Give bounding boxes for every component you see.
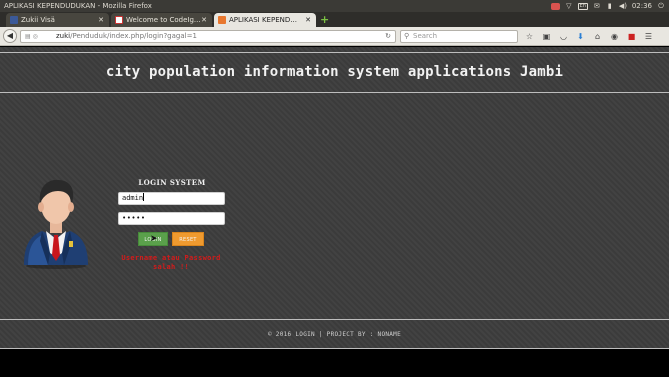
reload-icon[interactable]: ↻ [385, 31, 391, 42]
footer-divider [0, 348, 669, 349]
page-icon [218, 16, 226, 24]
username-value: admin [122, 194, 144, 202]
tab-aplikasi-kependudukan[interactable]: APLIKASI KEPEND... ✕ [214, 13, 316, 27]
menu-icon[interactable]: ☰ [643, 31, 654, 42]
browser-toolbar: ☆ ▣ ◡ ⬇ ⌂ ◉ ■ ☰ [524, 30, 654, 43]
navigation-bar: ◀ ▤ ◎ zuki/Penduduk/index.php/login?gaga… [0, 27, 669, 46]
url-host: zuki [56, 32, 71, 40]
footer-divider [0, 319, 669, 320]
url-bar[interactable]: ▤ ◎ zuki/Penduduk/index.php/login?gagal=… [20, 30, 396, 43]
bookmark-star-icon[interactable]: ☆ [524, 31, 535, 42]
error-message: Username atau Password salah !! [121, 254, 221, 271]
pocket-icon[interactable]: ◡ [558, 31, 569, 42]
tab-label: Welcome to CodeIg... [126, 16, 201, 24]
login-heading: LOGIN SYSTEM [138, 178, 206, 187]
reading-list-icon[interactable]: ▣ [541, 31, 552, 42]
reset-button[interactable]: RESET [172, 232, 204, 246]
search-placeholder: Search [413, 32, 438, 40]
url-path: /Penduduk/index.php/login?gagal=1 [70, 32, 197, 40]
chat-icon[interactable]: ◉ [609, 31, 620, 42]
system-tray: ▽ En ✉ ▮ ◀) 02:36 ⏻ [550, 0, 665, 12]
tab-codeigniter[interactable]: Welcome to CodeIg... ✕ [111, 13, 212, 27]
close-icon[interactable]: ✕ [201, 13, 207, 27]
search-input[interactable]: ⚲ Search [400, 30, 518, 43]
mail-icon[interactable]: ✉ [593, 2, 601, 10]
addon-icon[interactable]: ■ [626, 31, 637, 42]
home-icon[interactable]: ⌂ [592, 31, 603, 42]
tab-label: APLIKASI KEPEND... [229, 16, 297, 24]
download-icon[interactable]: ⬇ [575, 31, 586, 42]
site-identity-icon[interactable]: ▤ ◎ [25, 31, 38, 42]
close-icon[interactable]: ✕ [305, 13, 311, 27]
wifi-icon[interactable]: ▽ [565, 2, 573, 10]
password-value: ••••• [122, 214, 146, 222]
mouse-cursor-icon: ➤ [150, 234, 158, 244]
arrow-left-icon: ◀ [6, 31, 14, 40]
footer-text: © 2016 LOGIN | PROJECT BY : NONAME [267, 331, 402, 338]
window-title: APLIKASI KEPENDUDUKAN - Mozilla Firefox [4, 2, 152, 10]
close-icon[interactable]: ✕ [98, 13, 104, 27]
header-divider [0, 92, 669, 93]
url-text: zuki/Penduduk/index.php/login?gagal=1 [56, 31, 197, 42]
username-input[interactable]: admin [118, 192, 225, 205]
text-caret [143, 193, 145, 201]
keyboard-layout-indicator[interactable]: En [577, 2, 588, 10]
tab-label: Zukii Visä [21, 16, 55, 24]
os-top-bar: APLIKASI KEPENDUDUKAN - Mozilla Firefox … [0, 0, 669, 12]
volume-icon[interactable]: ◀) [619, 2, 627, 10]
page-title: city population information system appli… [105, 64, 564, 80]
page-content: city population information system appli… [0, 47, 669, 349]
codeigniter-icon [115, 16, 123, 24]
back-button[interactable]: ◀ [3, 29, 17, 43]
password-input[interactable]: ••••• [118, 212, 225, 225]
clock[interactable]: 02:36 [632, 0, 652, 12]
battery-icon[interactable]: ▮ [606, 2, 614, 10]
tab-bar: Zukii Visä ✕ Welcome to CodeIg... ✕ APLI… [0, 12, 669, 27]
search-icon: ⚲ [404, 32, 410, 40]
new-tab-button[interactable]: + [320, 13, 329, 26]
facebook-icon [10, 16, 18, 24]
record-icon[interactable] [550, 2, 560, 10]
power-icon[interactable]: ⏻ [657, 2, 665, 10]
user-avatar-icon [24, 179, 88, 269]
tab-facebook[interactable]: Zukii Visä ✕ [6, 13, 109, 27]
header-divider [0, 52, 669, 53]
